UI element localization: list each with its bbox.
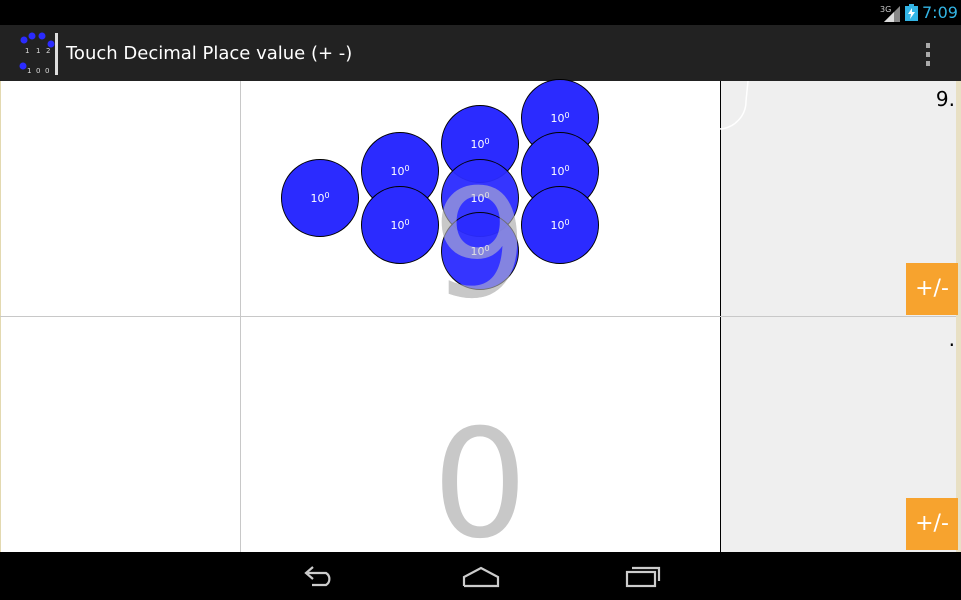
network-type-label: 3G [880,5,891,14]
top-place-digit-overlay: 9 [432,158,528,332]
disc-exponent: 0 [404,163,410,173]
home-icon[interactable] [461,562,501,590]
place-value-disc[interactable]: 10 0 [281,159,359,237]
bottom-plus-minus-button[interactable]: +/- [906,498,958,550]
bottom-value-display: . [948,327,955,351]
top-value-display: 9. [935,87,955,111]
disc-exponent: 0 [404,217,410,227]
logo-digit: 2 [46,47,50,55]
disc-base: 10 [470,137,485,151]
logo-digit: 0 [45,67,49,75]
disc-exponent: 0 [324,190,330,200]
clock: 7:09 [922,3,958,22]
app-logo-icon: 1 1 2 1 0 0 [19,32,58,75]
top-plus-minus-button[interactable]: +/- [906,263,958,315]
signal-icon: 3G [880,5,900,22]
right-edge [956,81,961,552]
drag-handle-arc [719,81,749,130]
disc-base: 10 [550,164,565,178]
disc-base: 10 [550,111,565,125]
disc-exponent: 0 [564,163,570,173]
disc-base: 10 [390,218,405,232]
app-title: Touch Decimal Place value (+ -) [66,43,353,64]
logo-digit: 1 [36,47,40,55]
disc-exponent: 0 [564,110,570,120]
bottom-place-digit: 0 [432,398,528,572]
disc-exponent: 0 [484,136,490,146]
disc-exponent: 0 [564,217,570,227]
disc-base: 10 [310,191,325,205]
logo-digit: 1 [25,47,29,55]
status-bar: 3G 7:09 [0,0,961,25]
battery-charging-icon [905,4,918,21]
disc-base: 10 [390,164,405,178]
logo-digit: 0 [36,67,40,75]
back-icon[interactable] [300,562,338,590]
recent-apps-icon[interactable] [624,562,662,590]
logo-digit: 1 [27,67,31,75]
overflow-menu-icon[interactable] [918,40,938,68]
disc-base: 10 [550,218,565,232]
